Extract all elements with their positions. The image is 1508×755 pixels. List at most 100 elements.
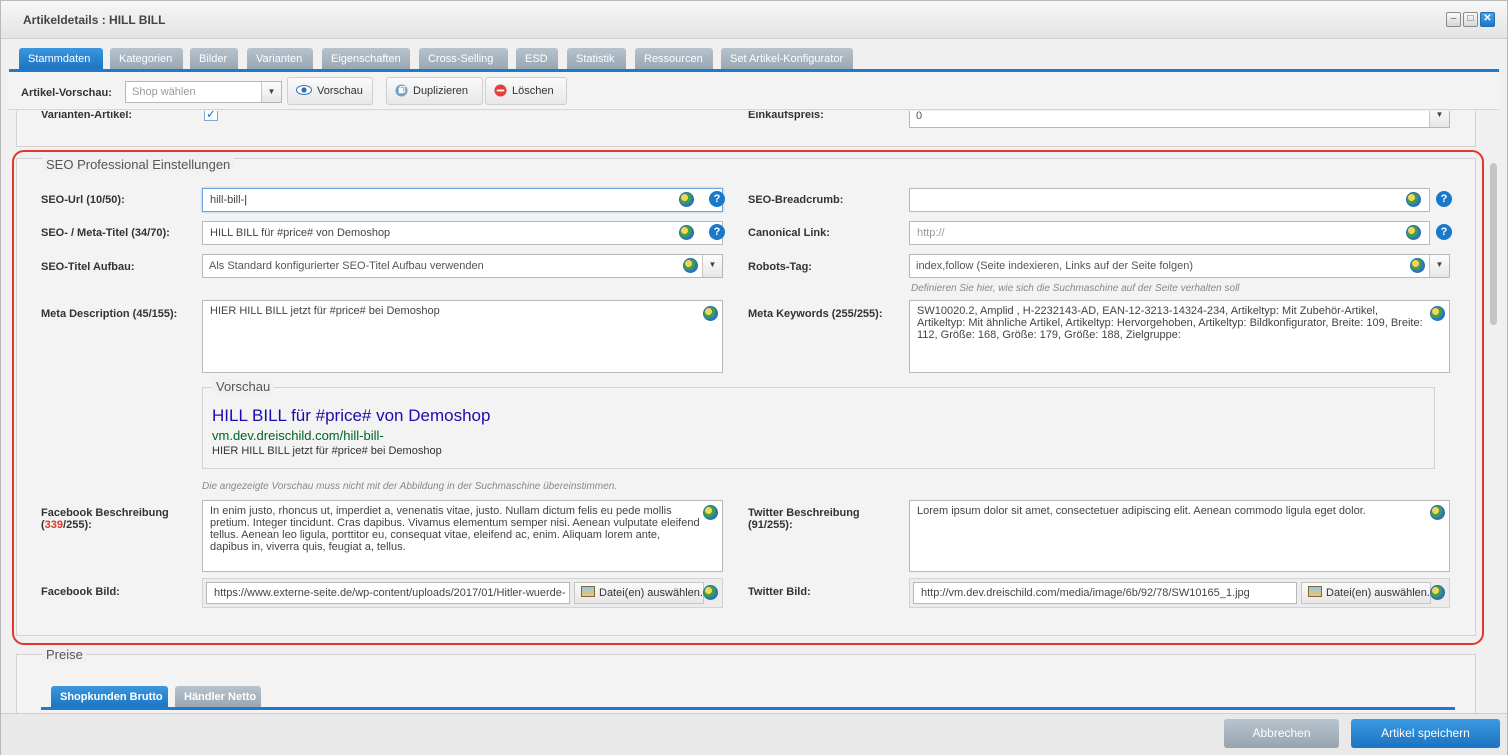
tab-haendler-netto[interactable]: Händler Netto xyxy=(175,686,261,708)
globe-icon[interactable] xyxy=(1430,306,1445,321)
meta-description-label: Meta Description (45/155): xyxy=(41,308,178,320)
globe-icon[interactable] xyxy=(1406,225,1421,240)
purchase-price-value: 0 xyxy=(916,111,923,122)
seo-url-label: SEO-Url (10/50): xyxy=(41,194,125,206)
globe-icon[interactable] xyxy=(703,585,718,600)
globe-icon[interactable] xyxy=(679,192,694,207)
window-title: Artikeldetails : HILL BILL xyxy=(23,13,166,27)
tab-esd[interactable]: ESD xyxy=(516,48,558,70)
chevron-down-icon[interactable]: ▼ xyxy=(1429,255,1449,277)
title-bar[interactable]: Artikeldetails : HILL BILL – □ ✕ xyxy=(1,1,1507,39)
facebook-description-textarea[interactable]: In enim justo, rhoncus ut, imperdiet a, … xyxy=(202,500,723,572)
duplicate-icon xyxy=(395,84,408,97)
maximize-icon[interactable]: □ xyxy=(1463,12,1478,27)
meta-title-input[interactable]: HILL BILL für #price# von Demoshop xyxy=(202,221,723,245)
shop-select[interactable]: Shop wählen ▼ xyxy=(125,81,282,103)
facebook-image-input[interactable]: https://www.externe-seite.de/wp-content/… xyxy=(206,582,570,604)
meta-keywords-label: Meta Keywords (255/255): xyxy=(748,308,883,320)
duplicate-button[interactable]: Duplizieren xyxy=(386,77,483,105)
canonical-link-input[interactable]: http:// xyxy=(909,221,1430,245)
twitter-image-label: Twitter Bild: xyxy=(748,586,811,598)
help-icon[interactable]: ? xyxy=(1436,191,1452,207)
tab-cross-selling[interactable]: Cross-Selling xyxy=(419,48,508,70)
save-article-button[interactable]: Artikel speichern xyxy=(1351,719,1500,748)
close-icon[interactable]: ✕ xyxy=(1480,12,1495,27)
scroll-content[interactable]: Varianten-Artikel: ✓ Einkaufspreis: 0 ▼ … xyxy=(9,111,1499,713)
tab-shopkunden-brutto[interactable]: Shopkunden Brutto xyxy=(51,686,168,708)
title-structure-label: SEO-Titel Aufbau: xyxy=(41,261,135,273)
help-icon[interactable]: ? xyxy=(709,191,725,207)
preview-button[interactable]: Vorschau xyxy=(287,77,373,105)
meta-description-textarea[interactable]: HIER HILL BILL jetzt für #price# bei Dem… xyxy=(202,300,723,373)
tab-ressourcen[interactable]: Ressourcen xyxy=(635,48,713,70)
chevron-down-icon[interactable]: ▼ xyxy=(1429,111,1449,127)
meta-keywords-textarea[interactable]: SW10020.2, Amplid , H-2232143-AD, EAN-12… xyxy=(909,300,1450,373)
eye-icon xyxy=(296,85,312,96)
globe-icon[interactable] xyxy=(679,225,694,240)
twitter-image-input[interactable]: http://vm.dev.dreischild.com/media/image… xyxy=(913,582,1297,604)
tab-bilder[interactable]: Bilder xyxy=(190,48,238,70)
facebook-description-label: Facebook Beschreibung xyxy=(41,507,169,519)
globe-icon[interactable] xyxy=(683,258,698,273)
twitter-description-label: Twitter Beschreibung xyxy=(748,507,860,519)
variant-article-checkbox[interactable]: ✓ xyxy=(204,111,218,121)
canonical-link-label: Canonical Link: xyxy=(748,227,830,239)
seo-url-input[interactable]: hill-bill-| xyxy=(202,188,723,212)
robots-tag-hint: Definieren Sie hier, wie sich die Suchma… xyxy=(911,283,1240,294)
minimize-icon[interactable]: – xyxy=(1446,12,1461,27)
image-icon xyxy=(1308,586,1322,597)
tab-eigenschaften[interactable]: Eigenschaften xyxy=(322,48,410,70)
seo-legend: SEO Professional Einstellungen xyxy=(42,157,235,172)
cancel-button[interactable]: Abbrechen xyxy=(1224,719,1339,748)
tab-set-artikel-konfigurator[interactable]: Set Artikel-Konfigurator xyxy=(721,48,853,70)
image-icon xyxy=(581,586,595,597)
tab-varianten[interactable]: Varianten xyxy=(247,48,313,70)
preview-url: vm.dev.dreischild.com/hill-bill- xyxy=(212,428,384,443)
tab-stammdaten[interactable]: Stammdaten xyxy=(19,48,103,70)
facebook-image-file-button[interactable]: Datei(en) auswählen... xyxy=(574,582,704,604)
article-preview-label: Artikel-Vorschau: xyxy=(21,87,112,99)
facebook-description-count-value: 339 xyxy=(44,519,64,531)
twitter-image-file-button[interactable]: Datei(en) auswählen... xyxy=(1301,582,1431,604)
prices-legend: Preise xyxy=(42,647,87,662)
help-icon[interactable]: ? xyxy=(1436,224,1452,240)
shop-select-placeholder: Shop wählen xyxy=(132,86,196,98)
duplicate-button-label: Duplizieren xyxy=(413,85,469,97)
canonical-link-placeholder: http:// xyxy=(917,227,945,239)
twitter-description-textarea[interactable]: Lorem ipsum dolor sit amet, consectetuer… xyxy=(909,500,1450,572)
variant-article-label: Varianten-Artikel: xyxy=(41,111,133,121)
title-structure-select[interactable]: Als Standard konfigurierter SEO-Titel Au… xyxy=(202,254,723,278)
globe-icon[interactable] xyxy=(703,505,718,520)
tab-kategorien[interactable]: Kategorien xyxy=(110,48,183,70)
facebook-image-file-button-label: Datei(en) auswählen... xyxy=(599,587,704,599)
globe-icon[interactable] xyxy=(1430,505,1445,520)
robots-tag-label: Robots-Tag: xyxy=(748,261,812,273)
twitter-description-count: (91/255): xyxy=(748,519,793,531)
seo-url-value: hill-bill- xyxy=(210,194,245,206)
globe-icon[interactable] xyxy=(703,306,718,321)
article-details-window: Artikeldetails : HILL BILL – □ ✕ Stammda… xyxy=(0,0,1508,755)
preview-legend: Vorschau xyxy=(212,379,275,394)
chevron-down-icon[interactable]: ▼ xyxy=(702,255,722,277)
help-icon[interactable]: ? xyxy=(709,224,725,240)
prices-tab-underline xyxy=(41,707,1455,710)
globe-icon[interactable] xyxy=(1430,585,1445,600)
scrollbar-thumb[interactable] xyxy=(1490,163,1497,325)
seo-breadcrumb-input[interactable] xyxy=(909,188,1430,212)
globe-icon[interactable] xyxy=(1406,192,1421,207)
robots-tag-select[interactable]: index,follow (Seite indexieren, Links au… xyxy=(909,254,1450,278)
facebook-description-count: (339/255): xyxy=(41,519,92,531)
globe-icon[interactable] xyxy=(1410,258,1425,273)
toolbar: Artikel-Vorschau: Shop wählen ▼ Vorschau… xyxy=(9,72,1499,110)
tab-statistik[interactable]: Statistik xyxy=(567,48,626,70)
chevron-down-icon[interactable]: ▼ xyxy=(261,82,281,102)
title-structure-value: Als Standard konfigurierter SEO-Titel Au… xyxy=(209,260,484,272)
scrollbar[interactable] xyxy=(1488,111,1499,713)
purchase-price-label: Einkaufspreis: xyxy=(748,111,824,121)
preview-title: HILL BILL für #price# von Demoshop xyxy=(212,406,491,425)
seo-breadcrumb-label: SEO-Breadcrumb: xyxy=(748,194,844,206)
footer-bar: Abbrechen Artikel speichern xyxy=(1,713,1507,755)
delete-button[interactable]: Löschen xyxy=(485,77,567,105)
purchase-price-field[interactable]: 0 ▼ xyxy=(909,111,1450,128)
preview-button-label: Vorschau xyxy=(317,85,363,97)
